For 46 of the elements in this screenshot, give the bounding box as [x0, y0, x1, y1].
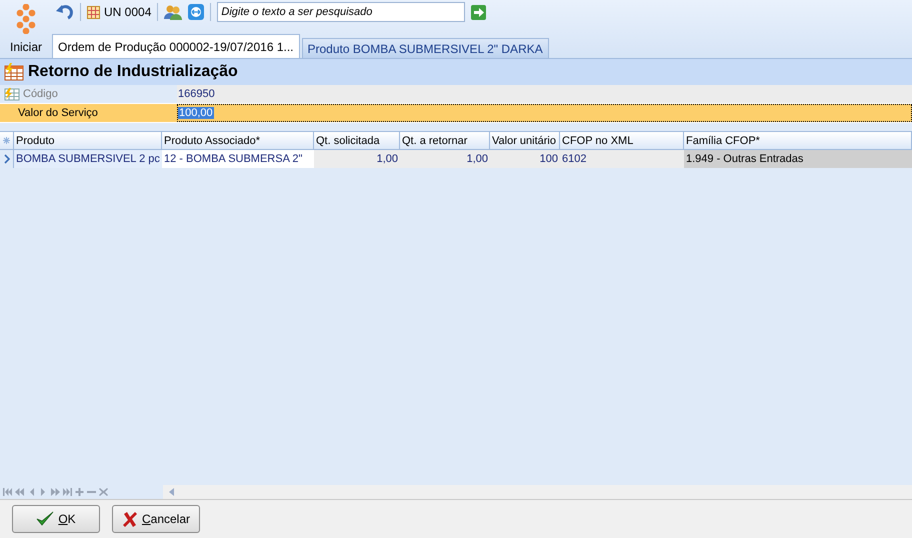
last-icon[interactable] — [63, 488, 72, 496]
table-cell: 100 — [490, 150, 560, 168]
table-cell: 1,00 — [400, 150, 490, 168]
undo-icon[interactable] — [56, 4, 74, 20]
search-field[interactable]: Digite o texto a ser pesquisado — [217, 2, 466, 22]
table-cell: 6102 — [560, 150, 684, 168]
column-header[interactable]: Qt. a retornar — [400, 132, 490, 149]
check-icon — [36, 511, 54, 527]
table-cell: 12 - BOMBA SUBMERSA 2" — [162, 150, 314, 168]
field-label: Valor do Serviço — [17, 107, 98, 119]
scroll-left-icon[interactable] — [169, 488, 174, 496]
table-icon — [4, 88, 20, 100]
column-header[interactable]: Produto — [14, 132, 162, 149]
next-page-icon[interactable] — [51, 488, 60, 496]
column-header[interactable]: Produto Associado* — [162, 132, 314, 149]
ok-button[interactable]: OK — [12, 505, 100, 533]
field-label: Código — [23, 88, 58, 100]
form-title: Retorno de Industrialização — [28, 63, 238, 81]
column-header[interactable]: Qt. solicitada — [314, 132, 400, 149]
next-icon[interactable] — [39, 488, 48, 496]
table-icon — [4, 63, 24, 81]
grid-icon — [87, 6, 100, 18]
table-cell: BOMBA SUBMERSIVEL 2 pc — [14, 150, 162, 168]
close-icon — [122, 511, 138, 527]
field-value[interactable]: 166950 — [177, 85, 912, 103]
start-label[interactable]: Iniciar — [10, 40, 42, 54]
table-cell: 1,00 — [314, 150, 400, 168]
tab[interactable]: Produto BOMBA SUBMERSIVEL 2" DARKA — [302, 38, 549, 58]
previous-page-icon[interactable] — [15, 488, 24, 496]
remove-icon[interactable] — [87, 488, 96, 496]
unit-button[interactable]: UN 0004 — [87, 5, 152, 19]
delete-icon[interactable] — [99, 488, 108, 496]
first-icon[interactable] — [3, 488, 12, 496]
cancel-button[interactable]: Cancelar — [112, 505, 200, 533]
column-header[interactable]: CFOP no XML — [560, 132, 684, 149]
field-value[interactable]: 100,00 — [177, 104, 912, 122]
column-header[interactable]: Valor unitário — [490, 132, 560, 149]
users-icon[interactable] — [164, 4, 182, 20]
tab[interactable]: Ordem de Produção 000002-19/07/2016 1... — [52, 34, 300, 58]
column-header[interactable]: Família CFOP* — [684, 132, 912, 149]
remote-icon[interactable] — [188, 4, 204, 20]
row-indicator-icon — [4, 154, 10, 164]
go-arrow-icon[interactable] — [471, 4, 486, 20]
asterisk-icon — [3, 137, 10, 144]
table-cell: 1.949 - Outras Entradas — [684, 150, 912, 168]
add-icon[interactable] — [75, 488, 84, 496]
